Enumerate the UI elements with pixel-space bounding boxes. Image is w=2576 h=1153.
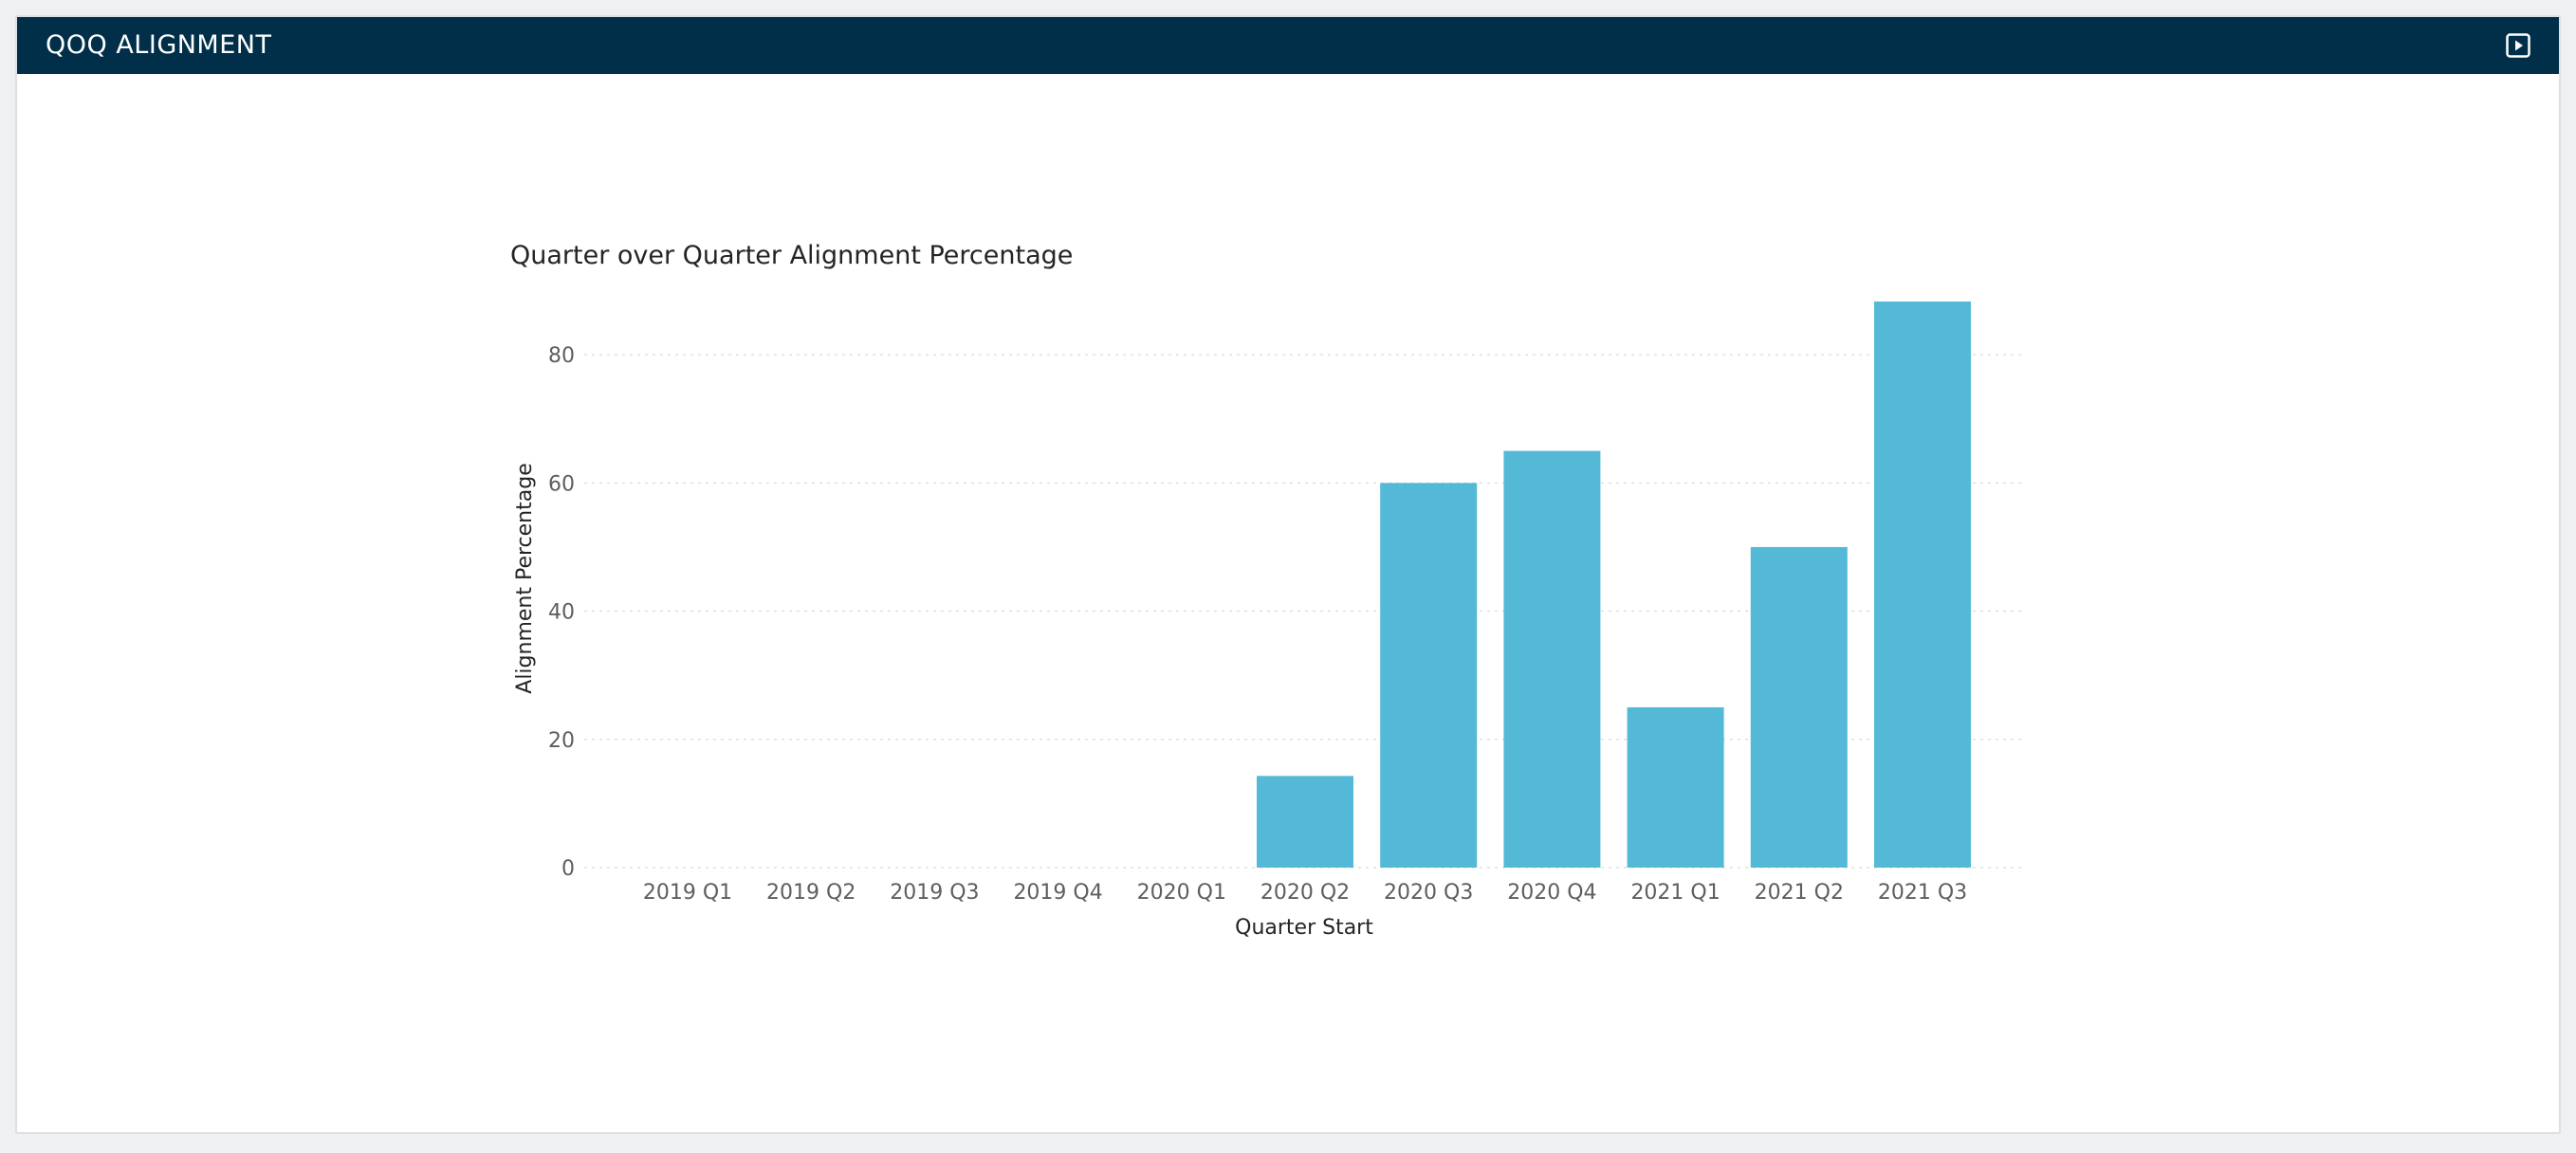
x-tick-label: 2021 Q3 (1878, 881, 1967, 905)
bar[interactable] (1503, 450, 1601, 868)
y-tick-label: 60 (548, 472, 575, 496)
y-tick-label: 0 (561, 857, 575, 881)
bar[interactable] (1257, 776, 1353, 868)
x-tick-label: 2020 Q4 (1507, 881, 1596, 905)
chart-title: Quarter over Quarter Alignment Percentag… (510, 241, 1073, 270)
y-axis-ticks: 0 20 40 60 80 (548, 344, 575, 881)
x-tick-label: 2021 Q1 (1630, 881, 1720, 905)
x-tick-label: 2019 Q2 (766, 881, 856, 905)
bar[interactable] (1750, 546, 1848, 868)
x-tick-label: 2020 Q3 (1384, 881, 1473, 905)
y-axis-label: Alignment Percentage (513, 463, 537, 693)
x-tick-label: 2019 Q3 (890, 881, 979, 905)
bar-chart: Quarter over Quarter Alignment Percentag… (510, 241, 2026, 940)
y-tick-label: 40 (548, 601, 575, 625)
x-axis-label: Quarter Start (1235, 916, 1373, 940)
x-tick-label: 2021 Q2 (1755, 881, 1844, 905)
bars (1257, 302, 1971, 868)
y-tick-label: 20 (548, 729, 575, 753)
bar[interactable] (1627, 706, 1724, 868)
bar[interactable] (1380, 483, 1478, 868)
x-tick-label: 2020 Q1 (1137, 881, 1226, 905)
x-tick-label: 2020 Q2 (1260, 881, 1350, 905)
visual-panel: QOQ ALIGNMENT Quarter over Quarter Align… (15, 15, 2561, 1134)
bar[interactable] (1874, 302, 1971, 868)
x-tick-label: 2019 Q4 (1013, 881, 1102, 905)
y-tick-label: 80 (548, 344, 575, 368)
x-axis-ticks: 2019 Q1 2019 Q2 2019 Q3 2019 Q4 2020 Q1 2020 … (643, 881, 1967, 905)
x-tick-label: 2019 Q1 (643, 881, 732, 905)
